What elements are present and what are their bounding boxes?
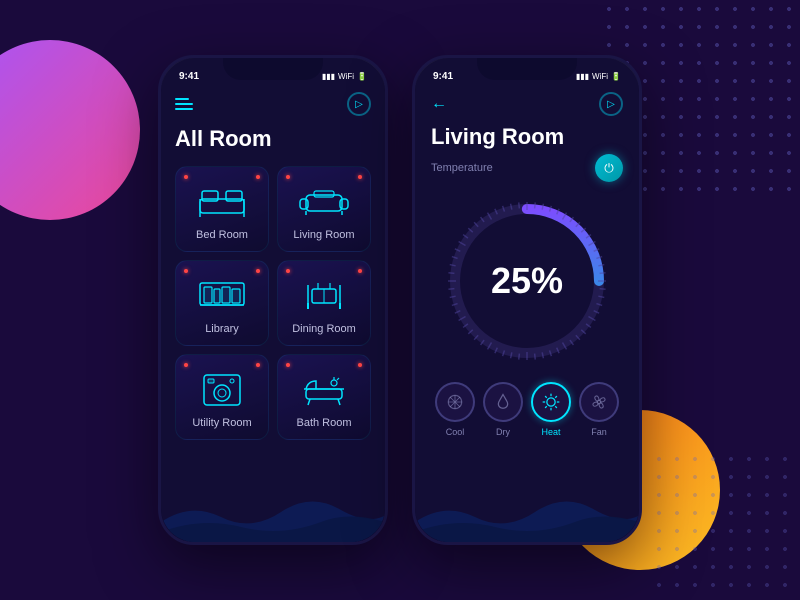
status-time-2: 9:41 <box>433 71 453 82</box>
status-icons-2: ▮▮▮ WiFi 🔋 <box>576 72 621 81</box>
bedroom-label: Bed Room <box>196 229 248 241</box>
wave-1 <box>161 482 385 542</box>
menu-icon[interactable] <box>175 98 193 110</box>
room-grid: Bed Room <box>175 166 371 440</box>
gauge-value: 25% <box>491 260 563 302</box>
phone-living-room: 9:41 ▮▮▮ WiFi 🔋 ← ▷ Living Room Temperat… <box>412 55 642 545</box>
utilityroom-label: Utility Room <box>192 417 251 429</box>
room-card-library[interactable]: Library <box>175 260 269 346</box>
gauge-center: 25% <box>491 260 563 302</box>
control-fan[interactable]: Fan <box>579 382 619 437</box>
cool-label: Cool <box>446 427 465 437</box>
fan-icon <box>579 382 619 422</box>
livingroom-label: Living Room <box>293 229 354 241</box>
bg-decoration-purple <box>0 40 140 220</box>
location-icon-1[interactable]: ▷ <box>347 92 371 116</box>
sofa-icon <box>298 181 350 219</box>
fan-label: Fan <box>591 427 607 437</box>
cool-icon <box>435 382 475 422</box>
power-button[interactable]: ⏻ <box>595 154 623 182</box>
location-icon-2[interactable]: ▷ <box>599 92 623 116</box>
phone1-header: ▷ <box>175 86 371 126</box>
status-icons-1: ▮▮▮ WiFi 🔋 <box>322 72 367 81</box>
temperature-gauge: 25% <box>442 196 612 366</box>
library-label: Library <box>205 323 239 335</box>
washer-icon <box>196 369 248 407</box>
phone-notch-2 <box>477 58 577 80</box>
bath-icon <box>298 369 350 407</box>
bed-icon <box>196 181 248 219</box>
page-title-1: All Room <box>175 126 371 152</box>
phones-container: 9:41 ▮▮▮ WiFi 🔋 ▷ All Room <box>158 55 642 545</box>
books-icon <box>196 275 248 313</box>
control-dry[interactable]: Dry <box>483 382 523 437</box>
control-heat[interactable]: Heat <box>531 382 571 437</box>
bathroom-label: Bath Room <box>296 417 351 429</box>
back-button[interactable]: ← <box>431 95 447 113</box>
room-card-utilityroom[interactable]: Utility Room <box>175 354 269 440</box>
controls-row: Cool Dry <box>431 382 623 447</box>
bg-dots-bottom <box>650 450 800 600</box>
temperature-row: Temperature ⏻ <box>431 154 623 182</box>
phone-all-room: 9:41 ▮▮▮ WiFi 🔋 ▷ All Room <box>158 55 388 545</box>
status-time-1: 9:41 <box>179 71 199 82</box>
room-card-bedroom[interactable]: Bed Room <box>175 166 269 252</box>
phone2-content: ← ▷ Living Room Temperature ⏻ <box>415 86 639 542</box>
room-card-diningroom[interactable]: Dining Room <box>277 260 371 346</box>
phone-notch-1 <box>223 58 323 80</box>
phone-screen-2: 9:41 ▮▮▮ WiFi 🔋 ← ▷ Living Room Temperat… <box>415 58 639 542</box>
room-card-livingroom[interactable]: Living Room <box>277 166 371 252</box>
phone1-content: ▷ All Room <box>161 86 385 440</box>
heat-label: Heat <box>541 427 560 437</box>
heat-icon <box>531 382 571 422</box>
dry-label: Dry <box>496 427 510 437</box>
wave-2 <box>415 482 639 542</box>
dining-icon <box>298 275 350 313</box>
dry-icon <box>483 382 523 422</box>
phone2-header: ← ▷ <box>431 86 623 124</box>
phone-screen-1: 9:41 ▮▮▮ WiFi 🔋 ▷ All Room <box>161 58 385 542</box>
page-title-2: Living Room <box>431 124 623 150</box>
diningroom-label: Dining Room <box>292 323 356 335</box>
room-card-bathroom[interactable]: Bath Room <box>277 354 371 440</box>
control-cool[interactable]: Cool <box>435 382 475 437</box>
temp-label: Temperature <box>431 162 493 174</box>
